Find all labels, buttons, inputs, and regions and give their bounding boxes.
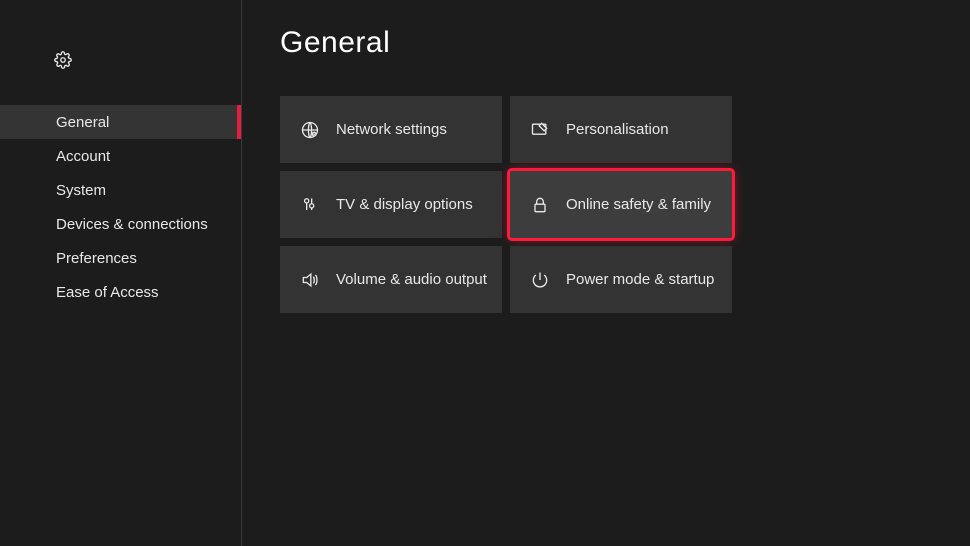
power-icon [530, 270, 550, 290]
tile-label: Power mode & startup [566, 271, 714, 288]
sidebar-item-ease-of-access[interactable]: Ease of Access [0, 275, 241, 309]
sidebar-item-account[interactable]: Account [0, 139, 241, 173]
sidebar-item-label: System [56, 182, 106, 199]
sidebar-item-label: General [56, 114, 109, 131]
tile-label: TV & display options [336, 196, 473, 213]
tile-grid: Network settings Personalisation TV [280, 96, 932, 313]
tile-label: Network settings [336, 121, 447, 138]
tile-label: Personalisation [566, 121, 669, 138]
gear-icon [54, 51, 72, 69]
sidebar-item-label: Account [56, 148, 110, 165]
sidebar-item-devices-connections[interactable]: Devices & connections [0, 207, 241, 241]
page-title: General [280, 26, 932, 60]
main-content: General Network settings P [242, 0, 970, 546]
tile-network-settings[interactable]: Network settings [280, 96, 502, 163]
sidebar-item-label: Preferences [56, 250, 137, 267]
tile-label: Online safety & family [566, 196, 711, 213]
tv-icon [300, 195, 320, 215]
sidebar: General Account System Devices & connect… [0, 0, 242, 546]
sidebar-item-label: Devices & connections [56, 216, 208, 233]
sidebar-item-label: Ease of Access [56, 284, 159, 301]
sidebar-item-general[interactable]: General [0, 105, 241, 139]
sidebar-item-system[interactable]: System [0, 173, 241, 207]
network-icon [300, 120, 320, 140]
tile-tv-display-options[interactable]: TV & display options [280, 171, 502, 238]
personalisation-icon [530, 120, 550, 140]
sidebar-items: General Account System Devices & connect… [0, 105, 241, 309]
sidebar-header [0, 35, 241, 85]
tile-online-safety-family[interactable]: Online safety & family [510, 171, 732, 238]
tile-label: Volume & audio output [336, 271, 487, 288]
volume-icon [300, 270, 320, 290]
tile-personalisation[interactable]: Personalisation [510, 96, 732, 163]
lock-icon [530, 195, 550, 215]
tile-volume-audio-output[interactable]: Volume & audio output [280, 246, 502, 313]
sidebar-item-preferences[interactable]: Preferences [0, 241, 241, 275]
tile-power-mode-startup[interactable]: Power mode & startup [510, 246, 732, 313]
